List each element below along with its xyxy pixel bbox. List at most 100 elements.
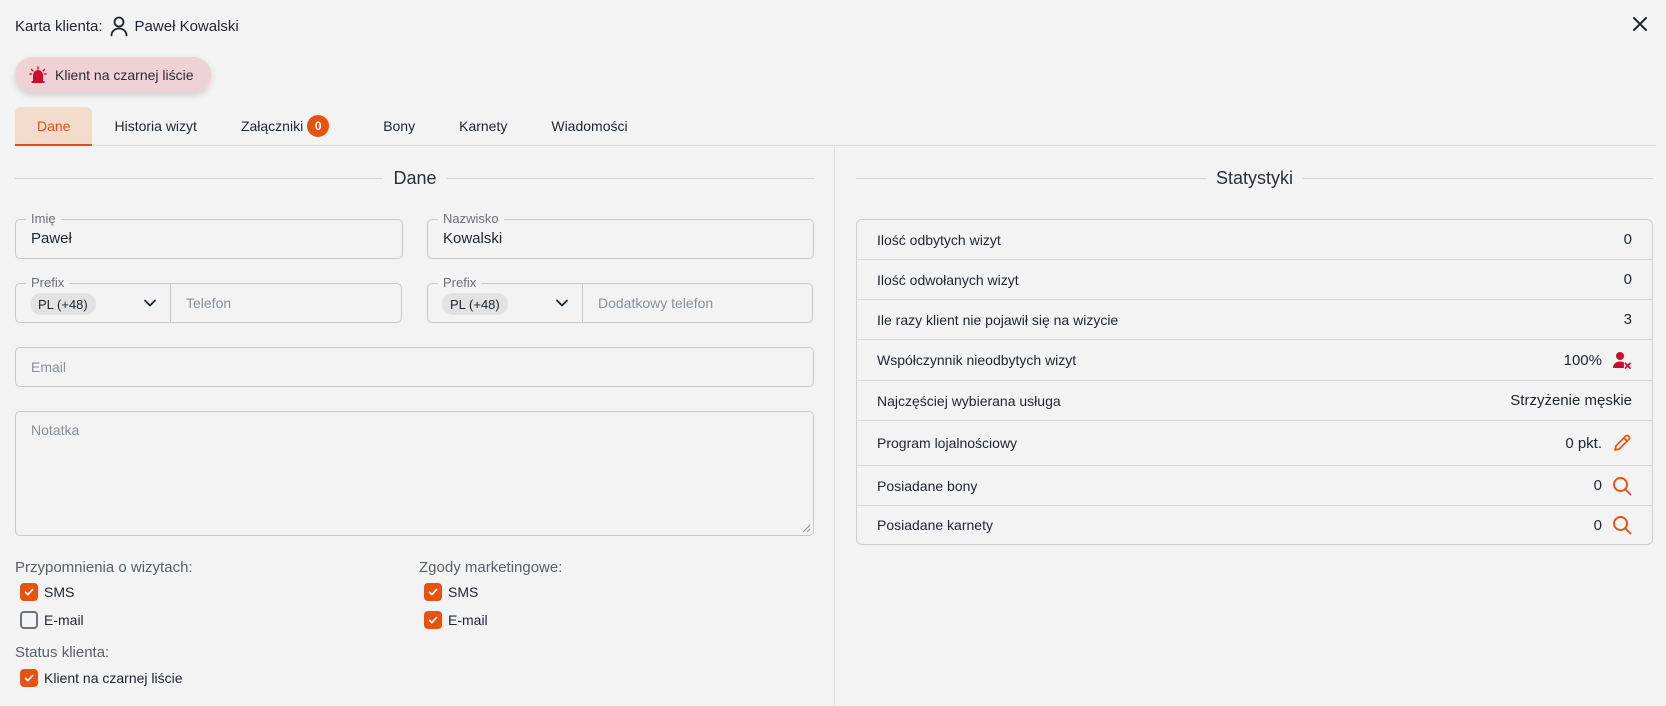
last-name-label: Nazwisko (438, 211, 504, 227)
blacklist-badge: Klient na czarnej liście (15, 57, 211, 92)
dane-section-heading: Dane (15, 168, 815, 189)
tab-label: Dane (37, 118, 71, 134)
marketing-sms-label: SMS (448, 584, 479, 600)
stat-value: 0 (1593, 516, 1602, 534)
email-field[interactable]: Email (15, 347, 814, 387)
status-blacklist-checkbox[interactable]: Klient na czarnej liście (20, 669, 183, 687)
client-name: Paweł Kowalski (134, 17, 239, 35)
stat-value: 0 (1593, 477, 1602, 494)
close-button[interactable] (1628, 12, 1652, 36)
stat-value: Strzyżenie męskie (1510, 392, 1632, 409)
status-label: Status klienta: (15, 644, 110, 661)
tab-bar: Dane Historia wizyt Załączniki 0 Bony Kar… (15, 107, 1656, 146)
first-name-value: Paweł (31, 230, 72, 247)
stat-row-cancelled-visits: Ilość odwołanych wizyt 0 (857, 259, 1652, 299)
phone2-input[interactable]: Dodatkowy telefon (598, 295, 713, 311)
search-icon[interactable] (1612, 515, 1632, 535)
stats-section-heading: Statystyki (856, 168, 1653, 189)
stat-value: 0 (1623, 231, 1632, 248)
phone-field-group: Prefix PL (+48) Telefon (15, 275, 402, 323)
user-icon (109, 15, 129, 37)
checkbox-checked-icon (20, 583, 38, 601)
note-placeholder: Notatka (31, 422, 80, 438)
pencil-icon[interactable] (1612, 433, 1632, 453)
tab-zalaczniki[interactable]: Załączniki 0 (219, 107, 351, 145)
last-name-value: Kowalski (443, 230, 503, 247)
tab-wiadomosci[interactable]: Wiadomości (529, 107, 649, 145)
stat-row-no-shows: Ile razy klient nie pojawił się na wizyc… (857, 299, 1652, 339)
column-divider (834, 147, 835, 706)
reminders-email-checkbox[interactable]: E-mail (20, 611, 84, 629)
resize-handle-icon[interactable] (802, 524, 811, 533)
first-name-field[interactable]: Imię Paweł (15, 211, 403, 259)
phone2-prefix-select[interactable]: PL (+48) (428, 284, 582, 322)
heading-line (1303, 178, 1653, 179)
checkbox-checked-icon (424, 583, 442, 601)
status-blacklist-label: Klient na czarnej liście (44, 670, 183, 686)
checkbox-checked-icon (424, 611, 442, 629)
reminders-sms-label: SMS (44, 584, 75, 600)
stats-heading-text: Statystyki (1215, 168, 1294, 188)
heading-line (15, 178, 384, 179)
stat-row-no-show-rate: Współczynnik nieodbytych wizyt 100% (857, 339, 1652, 380)
first-name-label: Imię (26, 211, 61, 227)
stat-label: Ilość odbytych wizyt (877, 231, 1001, 248)
user-x-icon (1612, 350, 1632, 370)
stat-row-loyalty: Program lojalnościowy 0 pkt. (857, 420, 1652, 465)
tab-label: Historia wizyt (114, 118, 197, 134)
tab-bony[interactable]: Bony (351, 107, 437, 145)
stat-value: 0 (1623, 271, 1632, 288)
marketing-sms-checkbox[interactable]: SMS (424, 583, 478, 601)
stat-label: Ilość odwołanych wizyt (877, 271, 1019, 288)
client-card-title-label: Karta klienta: (15, 17, 103, 35)
stat-value: 0 pkt. (1565, 434, 1602, 452)
email-placeholder: Email (31, 359, 67, 375)
dane-heading-text: Dane (393, 168, 437, 188)
reminders-email-label: E-mail (44, 612, 84, 628)
client-card-header: Karta klienta: Paweł Kowalski (15, 14, 239, 38)
search-icon[interactable] (1612, 476, 1632, 496)
close-icon (1633, 17, 1647, 31)
tab-label: Karnety (459, 118, 508, 134)
stat-label: Posiadane karnety (877, 517, 993, 533)
phone2-field-group: Prefix PL (+48) Dodatkowy telefon (427, 275, 813, 323)
tab-dane[interactable]: Dane (15, 107, 93, 146)
alarm-icon (29, 65, 47, 84)
heading-line (446, 178, 815, 179)
phone-input[interactable]: Telefon (186, 295, 231, 311)
phone2-prefix-value: PL (+48) (442, 293, 508, 315)
stat-row-completed-visits: Ilość odbytych wizyt 0 (857, 220, 1652, 259)
tab-historia-wizyt[interactable]: Historia wizyt (92, 107, 218, 145)
checkbox-unchecked-icon (20, 611, 38, 629)
phone-prefix-value: PL (+48) (30, 293, 96, 315)
stat-value: 100% (1563, 351, 1602, 369)
heading-line (856, 178, 1206, 179)
stat-row-top-service: Najczęściej wybierana usługa Strzyżenie … (857, 380, 1652, 420)
stat-label: Współczynnik nieodbytych wizyt (877, 352, 1077, 368)
stats-table: Ilość odbytych wizyt 0 Ilość odwołanych … (856, 219, 1653, 545)
stat-label: Najczęściej wybierana usługa (877, 392, 1061, 409)
reminders-sms-checkbox[interactable]: SMS (20, 583, 74, 601)
stat-value: 3 (1623, 311, 1632, 328)
tab-label: Bony (383, 118, 416, 134)
tab-karnety[interactable]: Karnety (437, 107, 529, 145)
last-name-field[interactable]: Nazwisko Kowalski (427, 211, 814, 259)
note-textarea[interactable]: Notatka (15, 411, 814, 536)
chevron-down-icon (143, 296, 157, 310)
marketing-label: Zgody marketingowe: (419, 559, 563, 576)
marketing-email-checkbox[interactable]: E-mail (424, 611, 488, 629)
stat-label: Posiadane bony (877, 477, 978, 494)
prefix-separator (582, 284, 583, 322)
blacklist-badge-label: Klient na czarnej liście (55, 66, 194, 83)
stat-label: Ile razy klient nie pojawił się na wizyc… (877, 311, 1119, 328)
chevron-down-icon (555, 296, 569, 310)
tab-label: Wiadomości (551, 118, 628, 134)
stat-row-vouchers: Posiadane bony 0 (857, 465, 1652, 505)
attachments-count-badge: 0 (307, 115, 330, 137)
tab-label: Załączniki (240, 118, 304, 134)
reminders-label: Przypomnienia o wizytach: (15, 559, 193, 576)
stat-label: Program lojalnościowy (877, 435, 1018, 451)
marketing-email-label: E-mail (448, 612, 488, 628)
checkbox-checked-icon (20, 669, 38, 687)
phone-prefix-select[interactable]: PL (+48) (16, 284, 170, 322)
